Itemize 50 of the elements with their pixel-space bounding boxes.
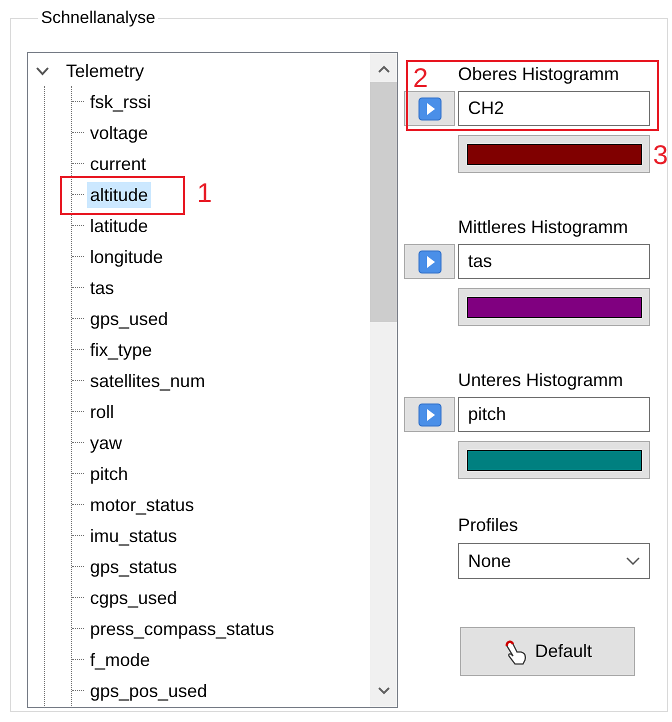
tree-item[interactable]: gps_used bbox=[87, 306, 172, 332]
play-button[interactable] bbox=[404, 91, 455, 126]
tree-item[interactable]: yaw bbox=[87, 430, 126, 456]
profiles-label: Profiles bbox=[458, 514, 520, 537]
histogram-label: Unteres Histogramm bbox=[458, 369, 624, 392]
color-button[interactable] bbox=[458, 135, 650, 173]
tree-item[interactable]: satellites_num bbox=[87, 368, 208, 394]
tree-item[interactable]: cgps_used bbox=[87, 584, 180, 610]
play-icon bbox=[418, 402, 442, 426]
group-title: Schnellanalyse bbox=[40, 8, 156, 28]
tree-item[interactable]: press_compass_status bbox=[87, 616, 278, 642]
play-button[interactable] bbox=[404, 397, 455, 432]
tree-item[interactable]: motor_status bbox=[87, 492, 198, 518]
channel-field[interactable]: CH2 bbox=[458, 91, 650, 126]
annotation-number: 3 bbox=[653, 142, 668, 169]
scrollbar-thumb[interactable] bbox=[370, 82, 397, 322]
chevron-down-icon bbox=[626, 557, 640, 565]
tree-item[interactable]: altitude bbox=[87, 182, 152, 208]
histogram-label: Oberes Histogramm bbox=[458, 63, 620, 86]
tree-item[interactable]: gps_pos_used bbox=[87, 678, 210, 704]
tree-item[interactable]: pitch bbox=[87, 460, 132, 486]
tree-item[interactable]: imu_status bbox=[87, 522, 180, 548]
annotation-number: 2 bbox=[413, 65, 428, 92]
tree-item[interactable]: tas bbox=[87, 274, 118, 300]
tree-item[interactable]: fsk_rssi bbox=[87, 88, 154, 114]
tree-item[interactable]: current bbox=[87, 150, 150, 176]
tree-item[interactable]: f_mode bbox=[87, 646, 154, 672]
tree-item[interactable]: longitude bbox=[87, 244, 166, 270]
hand-icon bbox=[502, 638, 529, 666]
histogram-label: Mittleres Histogramm bbox=[458, 216, 630, 239]
annotation-number: 1 bbox=[197, 180, 212, 207]
tree-item[interactable]: Telemetry bbox=[63, 58, 148, 84]
scroll-down-icon[interactable] bbox=[378, 687, 390, 695]
tree-item[interactable]: voltage bbox=[87, 120, 152, 146]
channel-field[interactable]: tas bbox=[458, 244, 650, 279]
color-button[interactable] bbox=[458, 441, 650, 479]
scrollbar[interactable] bbox=[370, 53, 397, 707]
tree-item[interactable]: fix_type bbox=[87, 336, 156, 362]
play-icon bbox=[418, 96, 442, 120]
scroll-up-icon[interactable] bbox=[378, 65, 390, 73]
tree-item[interactable]: roll bbox=[87, 398, 118, 424]
channel-field[interactable]: pitch bbox=[458, 397, 650, 432]
default-button[interactable]: Default bbox=[460, 627, 635, 676]
profiles-dropdown[interactable]: None bbox=[458, 543, 650, 579]
tree-item[interactable]: gps_status bbox=[87, 554, 180, 580]
caret-icon[interactable] bbox=[35, 66, 50, 76]
play-icon bbox=[418, 250, 442, 274]
tree-item[interactable]: latitude bbox=[87, 212, 152, 238]
color-button[interactable] bbox=[458, 288, 650, 326]
play-button[interactable] bbox=[404, 244, 455, 279]
